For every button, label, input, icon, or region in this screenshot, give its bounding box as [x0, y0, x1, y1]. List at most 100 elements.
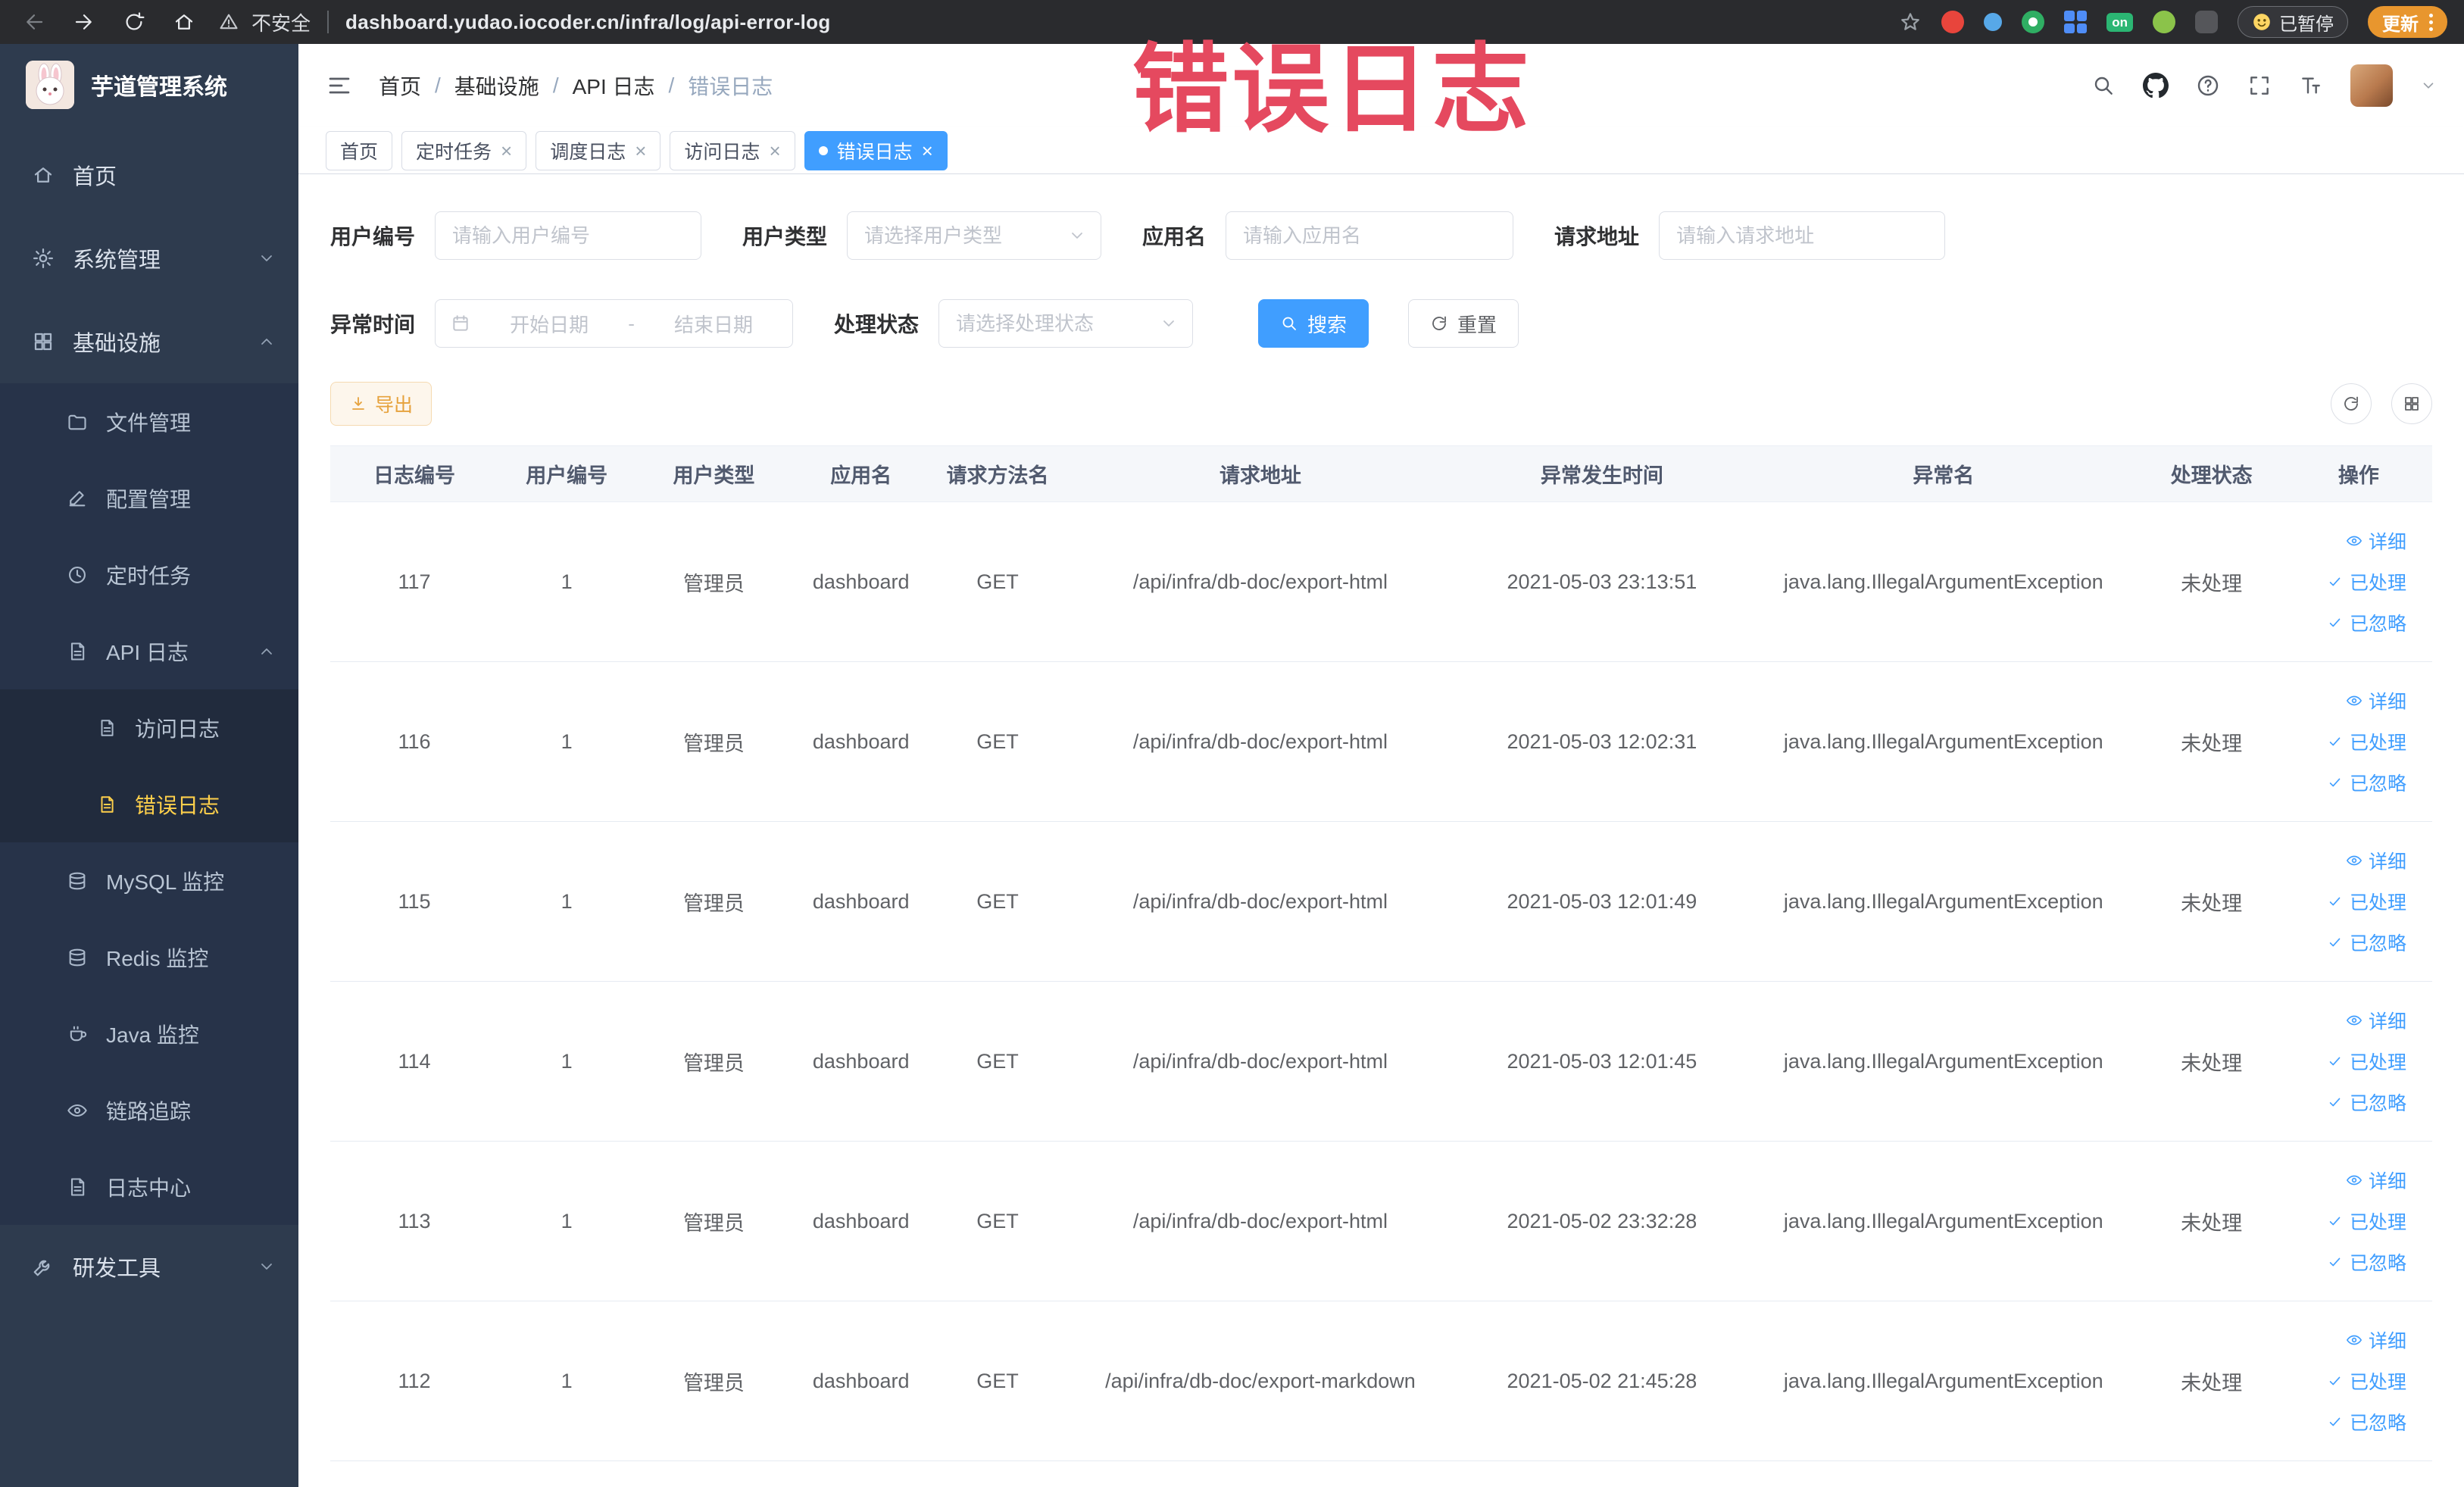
range-separator: - — [628, 311, 635, 335]
font-size-icon[interactable] — [2299, 73, 2323, 98]
exception-time-range-picker[interactable]: 开始日期 - 结束日期 — [435, 299, 794, 348]
browser-menu-icon[interactable] — [2429, 13, 2433, 31]
request-url-label: 请求地址 — [1554, 225, 1640, 248]
extension-icon-green[interactable] — [2022, 11, 2045, 33]
tab-close-icon[interactable]: × — [635, 141, 646, 161]
app-logo[interactable]: 芋道管理系统 — [0, 44, 298, 126]
sidebar-item-java-monitor[interactable]: Java 监控 — [0, 995, 298, 1072]
detail-link[interactable]: 详细 — [2346, 1007, 2406, 1034]
ignored-link[interactable]: 已忽略 — [2327, 769, 2406, 796]
processed-link[interactable]: 已处理 — [2327, 1207, 2406, 1235]
process-status-select[interactable] — [938, 299, 1194, 348]
breadcrumb-separator: / — [668, 73, 675, 97]
page-content: 用户编号 用户类型 应用名 请求地址 — [298, 174, 2464, 1487]
browser-home-icon[interactable] — [173, 11, 195, 33]
help-icon[interactable] — [2196, 73, 2220, 98]
detail-link[interactable]: 详细 — [2346, 1167, 2406, 1194]
ignored-link-label: 已忽略 — [2349, 933, 2406, 954]
column-settings-button[interactable] — [2391, 383, 2432, 424]
breadcrumb-api-log[interactable]: API 日志 — [573, 70, 655, 101]
update-button[interactable]: 更新 — [2368, 6, 2447, 38]
breadcrumb-infra[interactable]: 基础设施 — [454, 70, 539, 101]
ignored-link[interactable]: 已忽略 — [2327, 1408, 2406, 1435]
detail-link[interactable]: 详细 — [2346, 1326, 2406, 1354]
col-status: 处理状态 — [2138, 445, 2285, 502]
tab-home[interactable]: 首页 — [326, 130, 393, 170]
refresh-button[interactable] — [2331, 383, 2372, 424]
paused-pill[interactable]: 已暂停 — [2238, 6, 2348, 38]
sidebar-item-system[interactable]: 系统管理 — [0, 217, 298, 300]
sidebar-item-access-log[interactable]: 访问日志 — [0, 689, 298, 766]
ignored-link[interactable]: 已忽略 — [2327, 1089, 2406, 1116]
sidebar-item-scheduled-jobs[interactable]: 定时任务 — [0, 536, 298, 613]
cell-log-id: 117 — [330, 501, 498, 662]
browser-reload-icon[interactable] — [123, 11, 145, 33]
processed-link[interactable]: 已处理 — [2327, 728, 2406, 755]
processed-link[interactable]: 已处理 — [2327, 1367, 2406, 1395]
sidebar-item-dev-tools[interactable]: 研发工具 — [0, 1225, 298, 1308]
sidebar-item-api-log[interactable]: API 日志 — [0, 613, 298, 689]
app-name-input[interactable] — [1226, 211, 1514, 260]
extension-icon-blue[interactable] — [1984, 13, 2003, 31]
browser-back-icon[interactable] — [23, 11, 45, 33]
sidebar-item-tracing[interactable]: 链路追踪 — [0, 1072, 298, 1148]
user-avatar[interactable] — [2350, 64, 2393, 107]
processed-link-label: 已处理 — [2349, 1212, 2406, 1233]
col-log-id: 日志编号 — [330, 445, 498, 502]
cell-user-id: 1 — [498, 981, 636, 1142]
sidebar-item-home[interactable]: 首页 — [0, 133, 298, 217]
avatar-caret-icon[interactable] — [2420, 77, 2437, 94]
address-bar[interactable]: 不安全 dashboard.yudao.iocoder.cn/infra/log… — [218, 8, 831, 36]
search-icon[interactable] — [2091, 73, 2116, 98]
tab-close-icon[interactable]: × — [922, 141, 933, 161]
processed-link[interactable]: 已处理 — [2327, 568, 2406, 595]
detail-link[interactable]: 详细 — [2346, 687, 2406, 714]
sidebar-item-config-management[interactable]: 配置管理 — [0, 460, 298, 536]
extension-on-badge[interactable]: on — [2106, 12, 2133, 32]
browser-forward-icon[interactable] — [73, 11, 95, 33]
reset-button[interactable]: 重置 — [1408, 299, 1519, 348]
detail-link[interactable]: 详细 — [2346, 527, 2406, 555]
tab-access-log[interactable]: 访问日志 × — [670, 130, 795, 170]
sidebar-item-redis-monitor[interactable]: Redis 监控 — [0, 919, 298, 995]
bookmark-star-icon[interactable] — [1899, 11, 1922, 33]
sidebar-toggle-icon[interactable] — [326, 72, 353, 99]
breadcrumb-home[interactable]: 首页 — [379, 70, 421, 101]
user-id-input[interactable] — [435, 211, 702, 260]
processed-link[interactable]: 已处理 — [2327, 1048, 2406, 1075]
cell-app-name: dashboard — [792, 981, 929, 1142]
tab-error-log[interactable]: 错误日志 × — [804, 130, 948, 170]
search-button[interactable]: 搜索 — [1258, 299, 1369, 348]
user-type-select[interactable] — [847, 211, 1102, 260]
sidebar-item-mysql-monitor[interactable]: MySQL 监控 — [0, 842, 298, 919]
sidebar-item-log-center[interactable]: 日志中心 — [0, 1148, 298, 1225]
eye-icon — [67, 1100, 88, 1121]
sidebar-item-error-log[interactable]: 错误日志 — [0, 766, 298, 842]
ignored-link[interactable]: 已忽略 — [2327, 609, 2406, 636]
extension-icon-red[interactable] — [1941, 11, 1965, 33]
tab-close-icon[interactable]: × — [769, 141, 780, 161]
request-url-input[interactable] — [1659, 211, 1946, 260]
extension-icon-dark[interactable] — [2195, 11, 2218, 33]
check-icon — [2327, 1094, 2344, 1111]
cell-request-url: /api/infra/db-doc/export-html — [1066, 501, 1455, 662]
breadcrumb-separator: / — [552, 73, 559, 97]
github-icon[interactable] — [2143, 73, 2169, 98]
tab-scheduled-jobs[interactable]: 定时任务 × — [401, 130, 527, 170]
cell-exception-time: 2021-05-03 12:01:45 — [1454, 981, 1750, 1142]
sidebar-item-infra[interactable]: 基础设施 — [0, 300, 298, 383]
error-log-table: 日志编号 用户编号 用户类型 应用名 请求方法名 请求地址 异常发生时间 异常名… — [330, 445, 2432, 1461]
ignored-link[interactable]: 已忽略 — [2327, 1248, 2406, 1276]
end-date-placeholder: 结束日期 — [673, 313, 753, 336]
processed-link[interactable]: 已处理 — [2327, 888, 2406, 915]
extension-icon-grid[interactable] — [2064, 11, 2088, 33]
sidebar-item-file-management[interactable]: 文件管理 — [0, 383, 298, 460]
ignored-link[interactable]: 已忽略 — [2327, 929, 2406, 956]
tab-schedule-log[interactable]: 调度日志 × — [536, 130, 661, 170]
export-button[interactable]: 导出 — [330, 382, 433, 426]
fullscreen-icon[interactable] — [2247, 73, 2272, 98]
detail-link[interactable]: 详细 — [2346, 847, 2406, 874]
extension-icon-leaf[interactable] — [2153, 11, 2175, 33]
tab-close-icon[interactable]: × — [501, 141, 512, 161]
eye-icon — [2346, 1012, 2363, 1029]
